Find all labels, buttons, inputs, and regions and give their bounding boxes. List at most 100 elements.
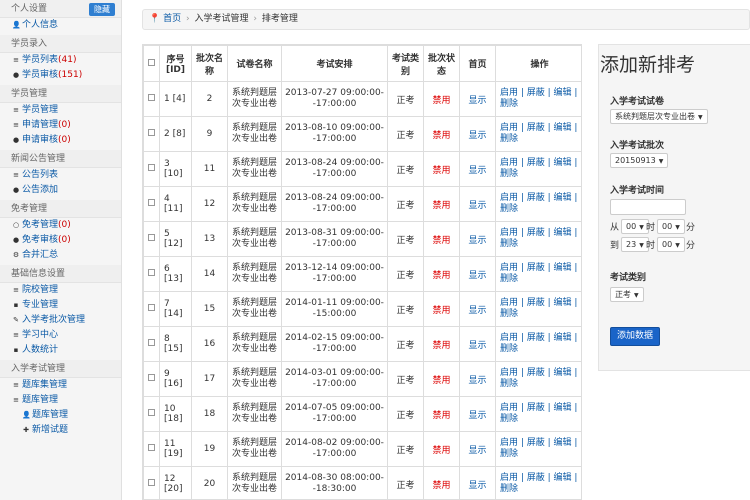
row-checkbox[interactable] xyxy=(148,234,155,241)
row-ops[interactable]: 启用 | 屏蔽 | 编辑 | 删除 xyxy=(495,221,581,257)
row-checkbox[interactable] xyxy=(148,479,155,486)
row-ops[interactable]: 启用 | 屏蔽 | 编辑 | 删除 xyxy=(495,396,581,432)
row-checkbox[interactable] xyxy=(148,444,155,451)
sidebar-item[interactable]: 👤题库管理 xyxy=(0,408,121,423)
row-status[interactable]: 禁用 xyxy=(423,326,460,362)
row-checkbox[interactable] xyxy=(148,199,155,206)
row-home[interactable]: 显示 xyxy=(459,326,496,362)
row-checkbox[interactable] xyxy=(148,269,155,276)
type-select[interactable]: 正考 ▼ xyxy=(610,287,644,302)
row-checkbox-cell[interactable] xyxy=(143,256,160,292)
sidebar-section-header[interactable]: 基础信息设置 xyxy=(0,265,121,283)
row-home[interactable]: 显示 xyxy=(459,221,496,257)
row-checkbox-cell[interactable] xyxy=(143,291,160,327)
row-ops[interactable]: 启用 | 屏蔽 | 编辑 | 删除 xyxy=(495,326,581,362)
row-ops[interactable]: 启用 | 屏蔽 | 编辑 | 删除 xyxy=(495,361,581,397)
sidebar-section-header[interactable]: 新闻公告管理 xyxy=(0,150,121,168)
sidebar-section-header[interactable]: 学员管理 xyxy=(0,85,121,103)
row-home[interactable]: 显示 xyxy=(459,116,496,152)
row-ops[interactable]: 启用 | 屏蔽 | 编辑 | 删除 xyxy=(495,81,581,117)
from-hour-select[interactable]: 00 ▼ xyxy=(621,219,649,234)
row-ops[interactable]: 启用 | 屏蔽 | 编辑 | 删除 xyxy=(495,151,581,187)
row-home[interactable]: 显示 xyxy=(459,186,496,222)
hide-sidebar-button[interactable]: 隐藏 xyxy=(89,3,115,16)
row-home[interactable]: 显示 xyxy=(459,396,496,432)
breadcrumb-home-link[interactable]: 首页 xyxy=(163,14,181,24)
sidebar-item[interactable]: ▪ 人数统计 xyxy=(0,343,121,358)
row-checkbox[interactable] xyxy=(148,339,155,346)
row-ops[interactable]: 启用 | 屏蔽 | 编辑 | 删除 xyxy=(495,431,581,467)
sidebar-item[interactable]: 👤个人信息 xyxy=(0,18,121,33)
row-checkbox-cell[interactable] xyxy=(143,186,160,222)
breadcrumb-item-exam-management[interactable]: 入学考试管理 xyxy=(194,14,248,24)
row-home[interactable]: 显示 xyxy=(459,151,496,187)
row-checkbox-cell[interactable] xyxy=(143,466,160,499)
row-checkbox[interactable] xyxy=(148,409,155,416)
row-home[interactable]: 显示 xyxy=(459,466,496,499)
sidebar-item[interactable]: ≡ 院校管理 xyxy=(0,283,121,298)
row-home[interactable]: 显示 xyxy=(459,361,496,397)
sidebar-item[interactable]: ● 公告添加 xyxy=(0,183,121,198)
row-status[interactable]: 禁用 xyxy=(423,396,460,432)
select-all-checkbox-cell[interactable] xyxy=(143,45,160,82)
row-checkbox[interactable] xyxy=(148,374,155,381)
row-checkbox-cell[interactable] xyxy=(143,221,160,257)
to-hour-select[interactable]: 23 ▼ xyxy=(621,237,649,252)
row-checkbox[interactable] xyxy=(148,129,155,136)
row-ops[interactable]: 启用 | 屏蔽 | 编辑 | 删除 xyxy=(495,116,581,152)
row-checkbox-cell[interactable] xyxy=(143,81,160,117)
sidebar-item[interactable]: ≡ 公告列表 xyxy=(0,168,121,183)
paper-select[interactable]: 系统判题层次专业出卷 ▼ xyxy=(610,109,708,124)
row-home[interactable]: 显示 xyxy=(459,431,496,467)
sidebar-section-header[interactable]: 入学考试管理 xyxy=(0,360,121,378)
add-data-button[interactable]: 添加数据 xyxy=(610,327,661,346)
row-ops[interactable]: 启用 | 屏蔽 | 编辑 | 删除 xyxy=(495,466,581,499)
row-checkbox[interactable] xyxy=(148,164,155,171)
row-checkbox-cell[interactable] xyxy=(143,116,160,152)
row-status[interactable]: 禁用 xyxy=(423,151,460,187)
sidebar-item[interactable]: ≡ 题库管理 xyxy=(0,393,121,408)
row-status[interactable]: 禁用 xyxy=(423,361,460,397)
sidebar-item[interactable]: ✎ 入学考批次管理 xyxy=(0,313,121,328)
from-minute-select[interactable]: 00 ▼ xyxy=(657,219,685,234)
to-minute-select[interactable]: 00 ▼ xyxy=(657,237,685,252)
row-status[interactable]: 禁用 xyxy=(423,431,460,467)
row-home[interactable]: 显示 xyxy=(459,81,496,117)
row-home[interactable]: 显示 xyxy=(459,256,496,292)
row-status[interactable]: 禁用 xyxy=(423,291,460,327)
row-status[interactable]: 禁用 xyxy=(423,256,460,292)
select-all-checkbox[interactable] xyxy=(148,58,155,66)
sidebar-item[interactable]: ○ 免考管理(0) xyxy=(0,218,121,233)
batch-select[interactable]: 20150913 ▼ xyxy=(610,153,669,168)
sidebar-section-header[interactable]: 学员录入 xyxy=(0,35,121,53)
row-status[interactable]: 禁用 xyxy=(423,116,460,152)
row-ops[interactable]: 启用 | 屏蔽 | 编辑 | 删除 xyxy=(495,256,581,292)
row-status[interactable]: 禁用 xyxy=(423,81,460,117)
row-status[interactable]: 禁用 xyxy=(423,221,460,257)
row-ops[interactable]: 启用 | 屏蔽 | 编辑 | 删除 xyxy=(495,186,581,222)
row-checkbox-cell[interactable] xyxy=(143,361,160,397)
row-checkbox-cell[interactable] xyxy=(143,431,160,467)
row-checkbox-cell[interactable] xyxy=(143,326,160,362)
sidebar-item[interactable]: ≡ 学习中心 xyxy=(0,328,121,343)
row-checkbox[interactable] xyxy=(148,304,155,311)
sidebar-item[interactable]: ● 申请审核(0) xyxy=(0,133,121,148)
sidebar-item[interactable]: ≡ 题库集管理 xyxy=(0,378,121,393)
row-home[interactable]: 显示 xyxy=(459,291,496,327)
sidebar-item[interactable]: ≡ 学员管理 xyxy=(0,103,121,118)
sidebar-item[interactable]: ✚ 新增试题 xyxy=(0,423,121,438)
row-status[interactable]: 禁用 xyxy=(423,186,460,222)
sidebar-item[interactable]: ● 免考审核(0) xyxy=(0,233,121,248)
sidebar-section-header[interactable]: 个人设置 隐藏 xyxy=(0,0,121,18)
date-input[interactable] xyxy=(610,199,686,215)
sidebar-section-header[interactable]: 免考管理 xyxy=(0,200,121,218)
row-checkbox[interactable] xyxy=(148,94,155,101)
sidebar-item[interactable]: ⚙ 合并汇总 xyxy=(0,248,121,263)
sidebar-item[interactable]: ≡ 学员列表(41) xyxy=(0,53,121,68)
row-ops[interactable]: 启用 | 屏蔽 | 编辑 | 删除 xyxy=(495,291,581,327)
row-status[interactable]: 禁用 xyxy=(423,466,460,499)
sidebar-item[interactable]: ≡ 申请管理(0) xyxy=(0,118,121,133)
row-checkbox-cell[interactable] xyxy=(143,396,160,432)
sidebar-item[interactable]: ▪ 专业管理 xyxy=(0,298,121,313)
row-checkbox-cell[interactable] xyxy=(143,151,160,187)
